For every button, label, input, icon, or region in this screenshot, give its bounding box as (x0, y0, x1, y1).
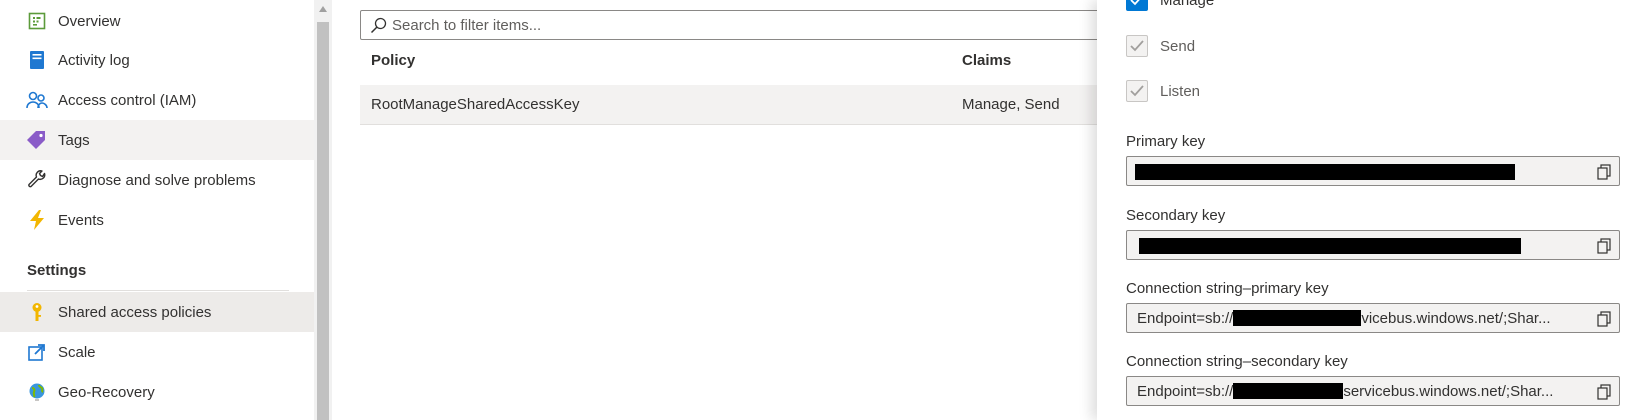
primary-key-label: Primary key (1126, 133, 1206, 150)
redacted-value (1233, 383, 1344, 399)
sidebar-item-label: Scale (58, 343, 96, 361)
scrollbar-thumb[interactable] (317, 22, 329, 420)
settings-heading: Settings (27, 262, 87, 279)
value-prefix: Endpoint=sb:// (1137, 383, 1234, 400)
sidebar-item-diagnose[interactable]: Diagnose and solve problems (0, 160, 314, 200)
policy-name-cell: RootManageSharedAccessKey (371, 96, 580, 113)
manage-checkbox[interactable] (1126, 0, 1148, 11)
value-suffix: servicebus.windows.net/;Shar... (1343, 383, 1554, 400)
sidebar-item-shared-access-policies[interactable]: Shared access policies (0, 292, 314, 332)
redacted-value (1233, 310, 1362, 326)
tag-icon (26, 129, 48, 151)
sidebar-item-label: Access control (IAM) (58, 91, 197, 109)
sidebar-item-scale[interactable]: Scale (0, 332, 314, 372)
connection-string-primary-label: Connection string–primary key (1126, 280, 1329, 297)
app-window: Overview Activity log Access control (IA… (0, 0, 1630, 420)
listen-label: Listen (1160, 82, 1201, 100)
secondary-key-label: Secondary key (1126, 207, 1226, 224)
primary-key-field[interactable] (1126, 156, 1620, 186)
column-header-policy[interactable]: Policy (371, 52, 415, 69)
sidebar-item-label: Activity log (58, 51, 130, 69)
connection-string-secondary-value: Endpoint=sb:// servicebus.windows.net/;Sh… (1137, 383, 1587, 400)
send-checkbox-row: Send (1126, 35, 1195, 57)
section-divider (27, 290, 289, 291)
search-box[interactable] (360, 10, 1120, 40)
policies-list: Policy Claims RootManageSharedAccessKey … (332, 0, 1120, 420)
redacted-value (1135, 164, 1515, 180)
claims-cell: Manage, Send (962, 96, 1060, 113)
sidebar-item-activity-log[interactable]: Activity log (0, 40, 314, 80)
sidebar-item-label: Tags (58, 131, 90, 149)
secondary-key-field[interactable] (1126, 230, 1620, 260)
sidebar-item-label: Events (58, 211, 104, 229)
policy-detail-panel: Manage Send Listen Primary key Secondary… (1097, 0, 1630, 420)
sidebar-item-geo-recovery[interactable]: Geo-Recovery (0, 372, 314, 412)
table-row[interactable]: RootManageSharedAccessKey Manage, Send (360, 85, 1120, 125)
search-icon (369, 16, 387, 34)
sidebar-item-label: Diagnose and solve problems (58, 171, 256, 189)
send-checkbox[interactable] (1126, 35, 1148, 57)
connection-string-secondary-label: Connection string–secondary key (1126, 353, 1348, 370)
redacted-value (1139, 238, 1521, 254)
globe-icon (26, 381, 48, 403)
listen-checkbox[interactable] (1126, 80, 1148, 102)
manage-label: Manage (1160, 0, 1215, 9)
sidebar-item-access-control[interactable]: Access control (IAM) (0, 80, 314, 120)
copy-icon[interactable] (1595, 383, 1613, 401)
connection-string-primary-field[interactable]: Endpoint=sb:// vicebus.windows.net/;Shar.… (1126, 303, 1620, 333)
value-prefix: Endpoint=sb:// (1137, 310, 1234, 327)
sidebar-item-events[interactable]: Events (0, 200, 314, 240)
access-control-icon (26, 89, 48, 111)
scale-icon (26, 341, 48, 363)
sidebar-item-tags[interactable]: Tags (0, 120, 314, 160)
sidebar-item-overview[interactable]: Overview (0, 1, 314, 41)
copy-icon[interactable] (1595, 237, 1613, 255)
key-icon (26, 301, 48, 323)
overview-icon (26, 10, 48, 32)
scroll-up-arrow-icon[interactable] (314, 0, 332, 18)
manage-checkbox-row[interactable]: Manage (1126, 0, 1214, 11)
connection-string-primary-value: Endpoint=sb:// vicebus.windows.net/;Shar.… (1137, 310, 1587, 327)
sidebar-scrollbar[interactable] (314, 0, 332, 420)
copy-icon[interactable] (1595, 310, 1613, 328)
sidebar: Overview Activity log Access control (IA… (0, 0, 314, 420)
sidebar-item-label: Shared access policies (58, 303, 212, 321)
wrench-icon (26, 169, 48, 191)
listen-checkbox-row: Listen (1126, 80, 1200, 102)
search-input[interactable] (392, 16, 1119, 34)
connection-string-secondary-field[interactable]: Endpoint=sb:// servicebus.windows.net/;Sh… (1126, 376, 1620, 406)
sidebar-item-label: Overview (58, 12, 121, 30)
sidebar-item-label: Geo-Recovery (58, 383, 155, 401)
column-header-claims[interactable]: Claims (962, 52, 1011, 69)
value-suffix: vicebus.windows.net/;Shar... (1361, 310, 1551, 327)
activity-log-icon (26, 49, 48, 71)
copy-icon[interactable] (1595, 163, 1613, 181)
lightning-icon (26, 209, 48, 231)
send-label: Send (1160, 37, 1196, 55)
